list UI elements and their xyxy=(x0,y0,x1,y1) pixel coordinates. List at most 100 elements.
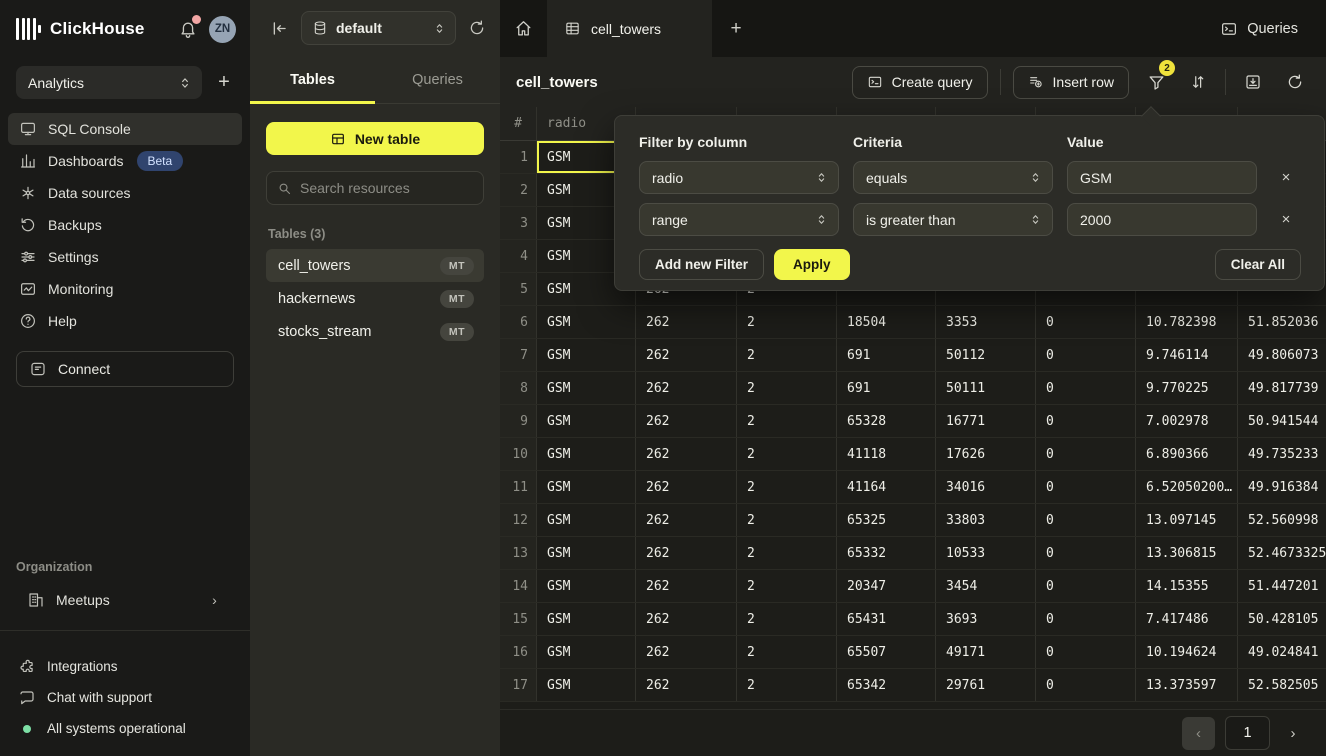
table-cell[interactable]: 49.806073 xyxy=(1238,339,1326,371)
table-cell[interactable]: 13.097145 xyxy=(1136,504,1238,536)
table-cell[interactable]: 2 xyxy=(737,504,837,536)
insert-row-button[interactable]: Insert row xyxy=(1013,66,1129,99)
table-cell[interactable]: 262 xyxy=(636,405,737,437)
table-cell[interactable]: 0 xyxy=(1036,603,1136,635)
table-cell[interactable]: 7.002978 xyxy=(1136,405,1238,437)
table-cell[interactable]: 16771 xyxy=(936,405,1036,437)
table-cell[interactable]: 2 xyxy=(737,636,837,668)
table-cell[interactable]: 0 xyxy=(1036,570,1136,602)
table-item-hackernews[interactable]: hackernewsMT xyxy=(266,282,484,315)
table-cell[interactable]: 65507 xyxy=(837,636,936,668)
table-cell[interactable]: 65342 xyxy=(837,669,936,701)
table-cell[interactable]: 2 xyxy=(737,570,837,602)
table-cell[interactable]: 0 xyxy=(1036,339,1136,371)
table-cell[interactable]: 262 xyxy=(636,603,737,635)
home-button[interactable] xyxy=(500,0,548,57)
sidebar-item-backups[interactable]: Backups xyxy=(8,209,242,241)
table-cell[interactable]: GSM xyxy=(537,669,636,701)
table-cell[interactable]: 20347 xyxy=(837,570,936,602)
queries-button[interactable]: Queries xyxy=(1220,0,1326,57)
table-cell[interactable]: 52.582505 xyxy=(1238,669,1326,701)
table-cell[interactable]: 52.560998 xyxy=(1238,504,1326,536)
table-cell[interactable]: 33803 xyxy=(936,504,1036,536)
table-cell[interactable]: 262 xyxy=(636,570,737,602)
sidebar-item-data-sources[interactable]: Data sources xyxy=(8,177,242,209)
table-cell[interactable]: 50112 xyxy=(936,339,1036,371)
sidebar-item-sql-console[interactable]: SQL Console xyxy=(8,113,242,145)
filter-criteria-select-1[interactable]: is greater than xyxy=(853,203,1053,236)
table-cell[interactable]: 49.817739 xyxy=(1238,372,1326,404)
table-cell[interactable]: 6.52050200… xyxy=(1136,471,1238,503)
table-cell[interactable]: 262 xyxy=(636,504,737,536)
remove-filter-button-0[interactable]: × xyxy=(1271,169,1301,186)
table-cell[interactable]: 65431 xyxy=(837,603,936,635)
table-cell[interactable]: 262 xyxy=(636,306,737,338)
filter-column-select-1[interactable]: range xyxy=(639,203,839,236)
table-cell[interactable]: GSM xyxy=(537,405,636,437)
add-workspace-button[interactable]: + xyxy=(214,71,234,94)
workspace-selector[interactable]: Analytics xyxy=(16,66,202,99)
remove-filter-button-1[interactable]: × xyxy=(1271,211,1301,228)
table-cell[interactable]: 0 xyxy=(1036,306,1136,338)
table-cell[interactable]: 0 xyxy=(1036,405,1136,437)
table-cell[interactable]: 0 xyxy=(1036,372,1136,404)
table-cell[interactable]: 13.373597 xyxy=(1136,669,1238,701)
table-cell[interactable]: 2 xyxy=(737,603,837,635)
table-cell[interactable]: GSM xyxy=(537,306,636,338)
table-cell[interactable]: 262 xyxy=(636,339,737,371)
table-cell[interactable]: GSM xyxy=(537,570,636,602)
table-item-stocks-stream[interactable]: stocks_streamMT xyxy=(266,315,484,348)
table-cell[interactable]: 262 xyxy=(636,669,737,701)
table-cell[interactable]: 2 xyxy=(737,669,837,701)
refresh-icon[interactable] xyxy=(468,19,486,37)
table-cell[interactable]: GSM xyxy=(537,537,636,569)
table-cell[interactable]: 0 xyxy=(1036,504,1136,536)
sort-button[interactable] xyxy=(1183,67,1213,97)
table-cell[interactable]: GSM xyxy=(537,339,636,371)
create-query-button[interactable]: Create query xyxy=(852,66,988,99)
footer-item-integrations[interactable]: Integrations xyxy=(0,651,250,682)
table-cell[interactable]: 50111 xyxy=(936,372,1036,404)
connect-button[interactable]: Connect xyxy=(16,351,234,387)
table-cell[interactable]: 29761 xyxy=(936,669,1036,701)
table-cell[interactable]: 3454 xyxy=(936,570,1036,602)
table-cell[interactable]: GSM xyxy=(537,636,636,668)
apply-filter-button[interactable]: Apply xyxy=(774,249,850,280)
table-cell[interactable]: 2 xyxy=(737,471,837,503)
sidebar-item-meetups[interactable]: Meetups › xyxy=(16,584,234,616)
table-cell[interactable]: 3693 xyxy=(936,603,1036,635)
table-cell[interactable]: 49171 xyxy=(936,636,1036,668)
table-cell[interactable]: 262 xyxy=(636,438,737,470)
next-page-button[interactable]: › xyxy=(1280,725,1306,742)
table-cell[interactable]: 10533 xyxy=(936,537,1036,569)
download-button[interactable] xyxy=(1238,67,1268,97)
table-cell[interactable]: GSM xyxy=(537,438,636,470)
table-cell[interactable]: 0 xyxy=(1036,636,1136,668)
table-cell[interactable]: 10.782398 xyxy=(1136,306,1238,338)
user-avatar[interactable]: ZN xyxy=(209,16,236,43)
search-resources-input[interactable] xyxy=(300,180,481,196)
table-cell[interactable]: 0 xyxy=(1036,471,1136,503)
clickhouse-logo-icon[interactable] xyxy=(16,17,41,41)
table-cell[interactable]: GSM xyxy=(537,603,636,635)
table-cell[interactable]: 3353 xyxy=(936,306,1036,338)
table-cell[interactable]: 262 xyxy=(636,471,737,503)
collapse-sidebar-icon[interactable] xyxy=(270,19,289,38)
table-cell[interactable]: 2 xyxy=(737,405,837,437)
table-cell[interactable]: 10.194624 xyxy=(1136,636,1238,668)
table-cell[interactable]: 41164 xyxy=(837,471,936,503)
table-cell[interactable]: 262 xyxy=(636,636,737,668)
filter-button[interactable]: 2 xyxy=(1141,67,1171,97)
explorer-tab-queries[interactable]: Queries xyxy=(375,57,500,103)
table-cell[interactable]: 17626 xyxy=(936,438,1036,470)
table-cell[interactable]: 52.4673325 xyxy=(1238,537,1326,569)
table-cell[interactable]: 50.941544 xyxy=(1238,405,1326,437)
table-cell[interactable]: GSM xyxy=(537,372,636,404)
footer-item-chat-with-support[interactable]: Chat with support xyxy=(0,682,250,713)
notifications-bell-icon[interactable] xyxy=(176,17,200,41)
filter-column-select-0[interactable]: radio xyxy=(639,161,839,194)
table-cell[interactable]: 18504 xyxy=(837,306,936,338)
current-page[interactable]: 1 xyxy=(1225,716,1270,750)
table-cell[interactable]: 65325 xyxy=(837,504,936,536)
filter-value-input-1[interactable] xyxy=(1067,203,1257,236)
